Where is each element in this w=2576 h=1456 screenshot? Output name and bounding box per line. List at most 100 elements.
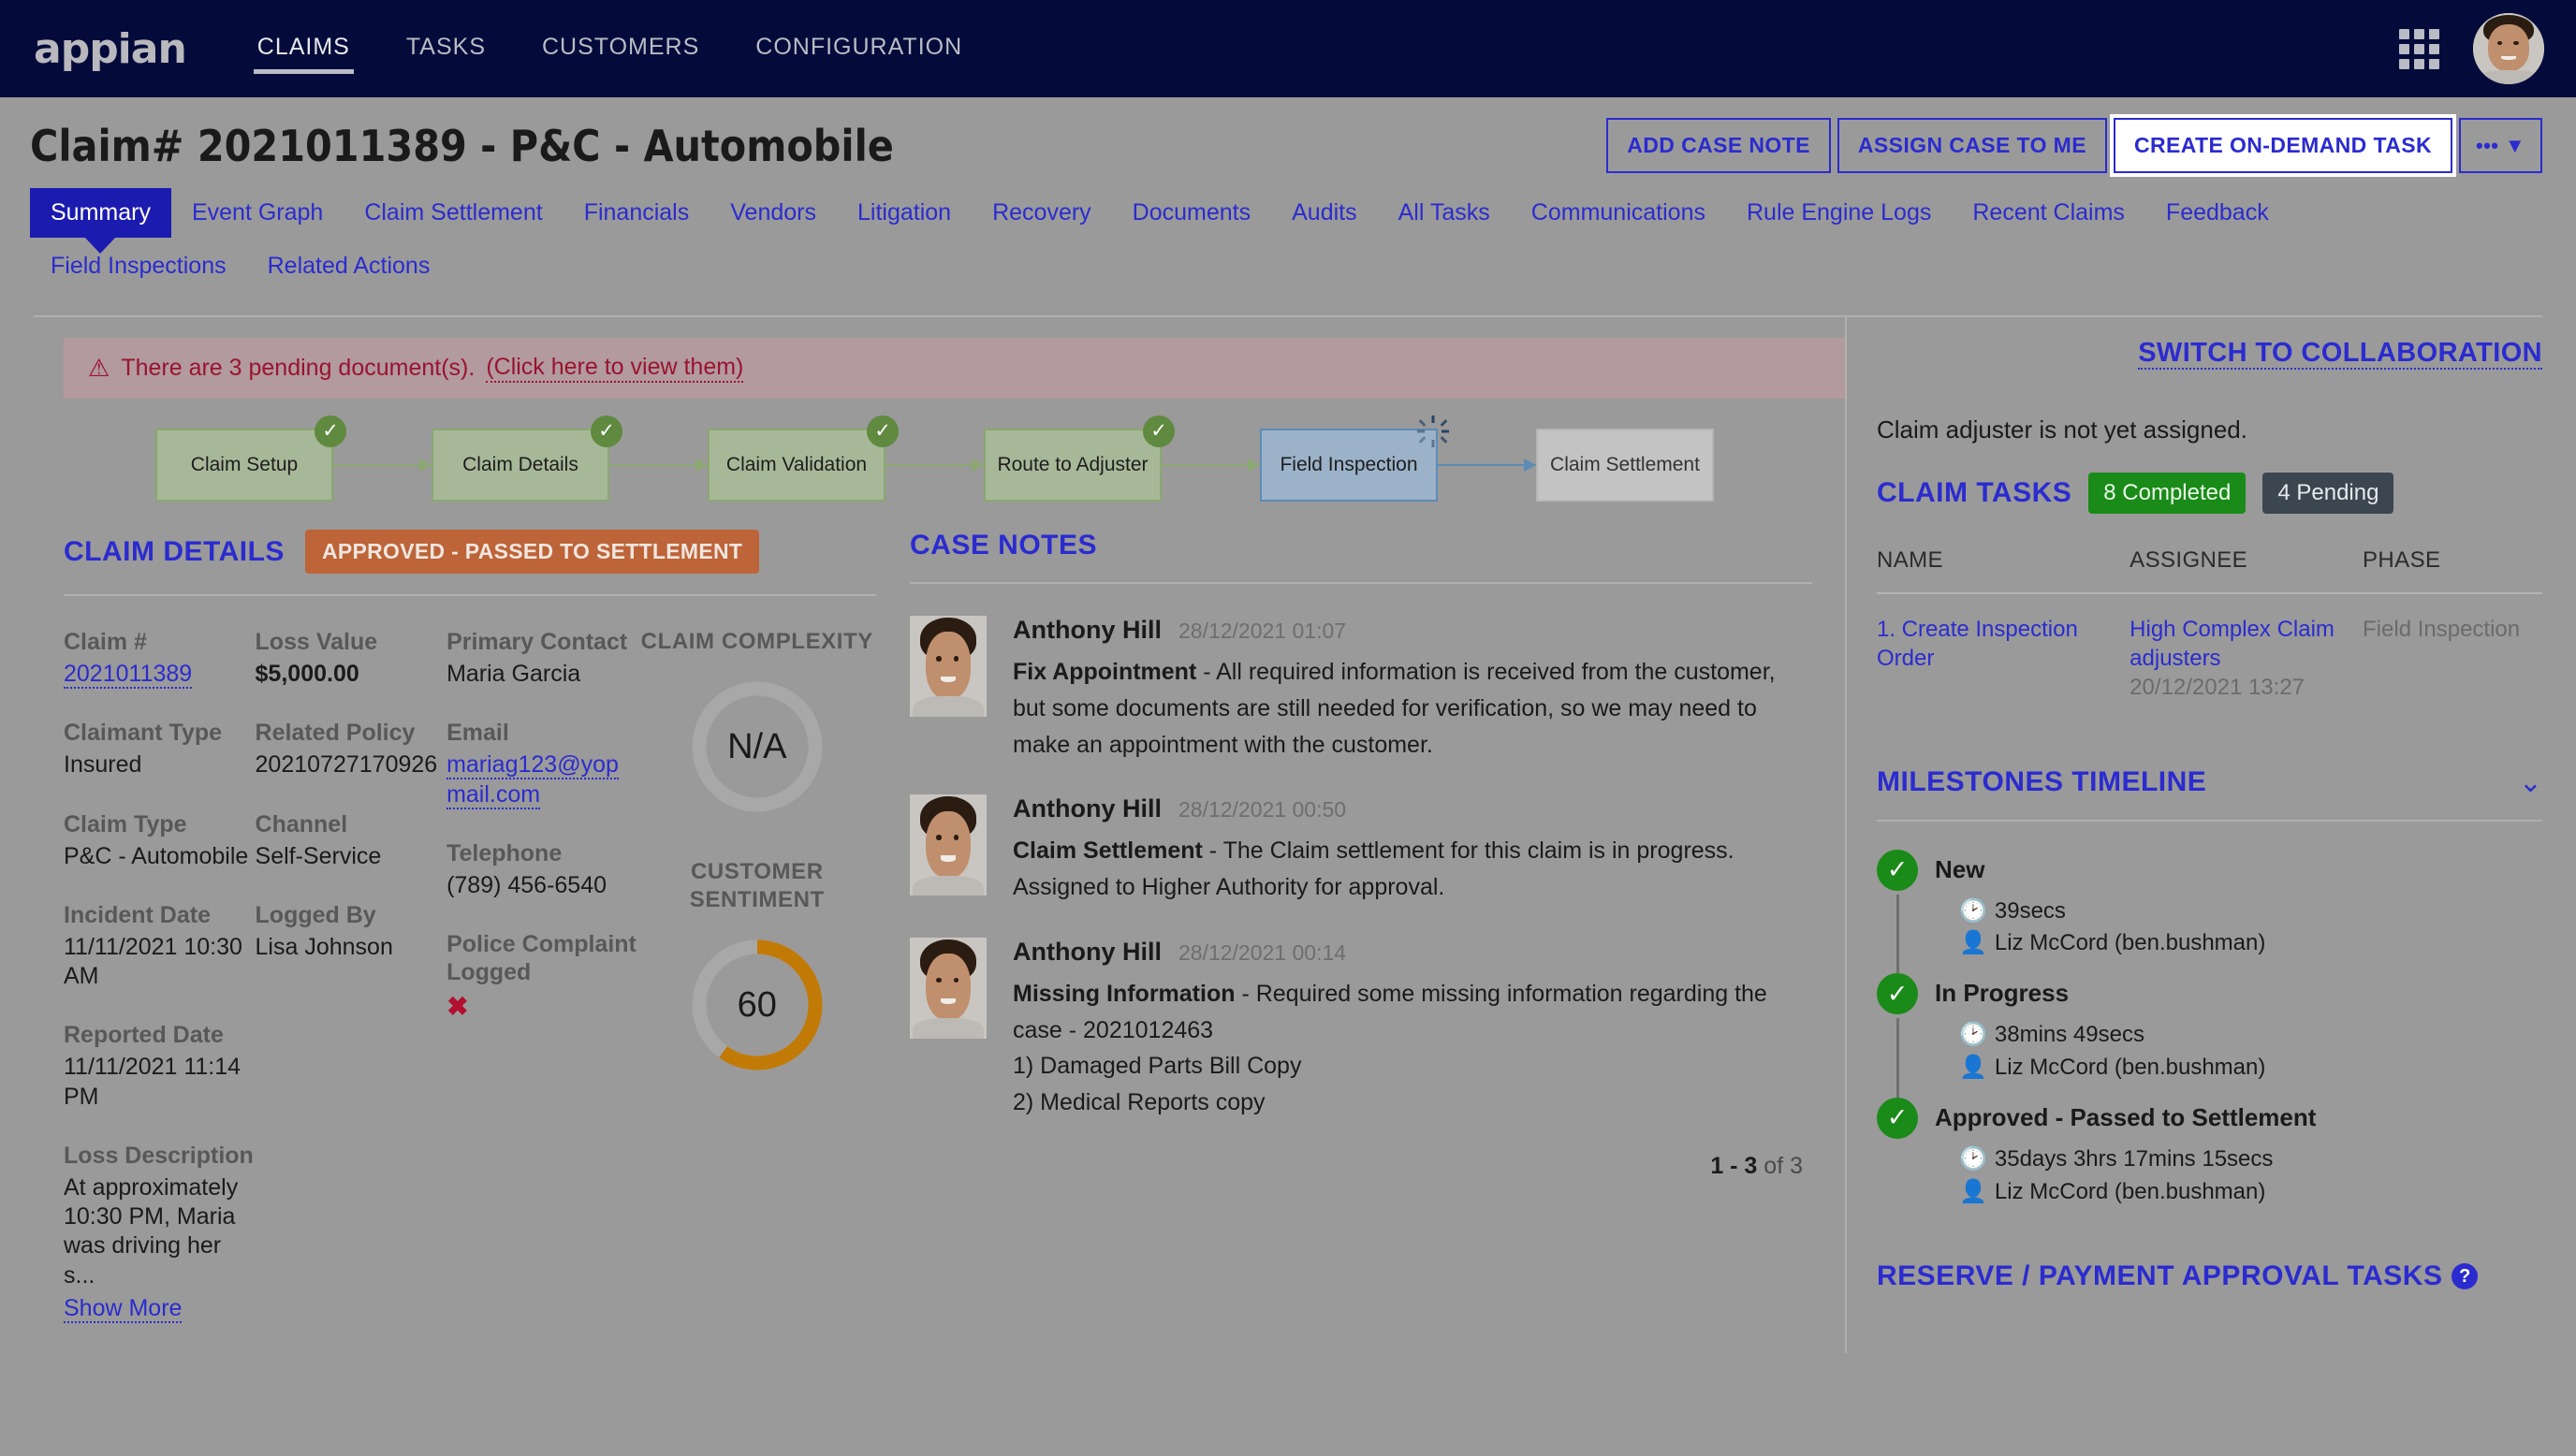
customer-sentiment-label: CUSTOMER SENTIMENT <box>689 859 825 912</box>
field-label: Claimant Type <box>64 720 223 747</box>
tab-litigation[interactable]: Litigation <box>837 188 972 238</box>
completed-tasks-badge[interactable]: 8 Completed <box>2088 473 2247 514</box>
tab-vendors[interactable]: Vendors <box>710 188 837 238</box>
page-title: Claim# 2021011389 - P&C - Automobile <box>30 120 894 171</box>
show-more-link[interactable]: Show More <box>64 1294 183 1323</box>
tab-rule-engine-logs[interactable]: Rule Engine Logs <box>1726 188 1952 238</box>
nav-item-configuration[interactable]: CONFIGURATION <box>750 24 968 74</box>
column-header-phase: PHASE <box>2363 547 2441 573</box>
user-avatar[interactable] <box>2473 13 2544 84</box>
clock-icon: 🕑 <box>1959 1022 1987 1048</box>
field-value: P&C - Automobile <box>64 842 249 869</box>
assign-case-to-me-button[interactable]: ASSIGN CASE TO ME <box>1837 118 2107 173</box>
clock-icon: 🕑 <box>1959 897 1987 924</box>
tab-audits[interactable]: Audits <box>1271 188 1377 238</box>
page-header: Claim# 2021011389 - P&C - Automobile ADD… <box>0 97 2576 181</box>
pager-range: 1 - 3 <box>1710 1152 1758 1179</box>
task-name-link[interactable]: 1. Create Inspection Order <box>1877 617 2078 671</box>
create-on-demand-task-button[interactable]: CREATE ON-DEMAND TASK <box>2109 114 2457 177</box>
task-name-cell: 1. Create Inspection Order <box>1877 592 2130 723</box>
apps-grid-icon[interactable] <box>2399 28 2439 69</box>
field-claimant-type: Claimant Type Insured <box>64 719 256 779</box>
claim-tasks-title: CLAIM TASKS <box>1877 477 2072 508</box>
note-body: Anthony Hill 28/12/2021 01:07 Fix Appoin… <box>1013 616 1812 763</box>
more-actions-button[interactable]: ••• ▼ <box>2459 118 2542 173</box>
flow-node-field-inspection[interactable]: Field Inspection <box>1260 415 1449 502</box>
pending-tasks-badge[interactable]: 4 Pending <box>2262 473 2394 514</box>
field-channel: Channel Self-Service <box>256 810 447 871</box>
switch-to-collaboration-link[interactable]: SWITCH TO COLLABORATION <box>2138 338 2542 370</box>
adjuster-status-text: Claim adjuster is not yet assigned. <box>1877 415 2247 444</box>
note-subject: Fix Appointment <box>1013 659 1197 685</box>
customer-sentiment-value: 60 <box>737 984 777 1025</box>
field-value: Maria Garcia <box>446 661 581 687</box>
switch-to-collaboration: SWITCH TO COLLABORATION <box>1877 338 2542 370</box>
field-related-policy: Related Policy 20210727170926 <box>256 719 447 779</box>
field-value: 11/11/2021 10:30 AM <box>64 933 242 989</box>
milestone-duration: 38mins 49secs <box>1994 1022 2144 1048</box>
field-logged-by: Logged By Lisa Johnson <box>256 901 447 962</box>
cross-icon: ✖ <box>446 992 469 1021</box>
note-text: Claim Settlement - The Claim settlement … <box>1013 833 1812 906</box>
tab-summary[interactable]: Summary <box>30 188 171 238</box>
claim-detail-column-2: Loss Value $5,000.00 Related Policy 2021… <box>256 628 447 1353</box>
tab-event-graph[interactable]: Event Graph <box>171 188 344 238</box>
claim-detail-columns: Claim # 2021011389 Claimant Type Insured… <box>64 628 876 1353</box>
claim-tasks-header: CLAIM TASKS 8 Completed 4 Pending <box>1877 473 2542 514</box>
tab-recovery[interactable]: Recovery <box>972 188 1112 238</box>
tab-all-tasks[interactable]: All Tasks <box>1378 188 1511 238</box>
tab-recent-claims[interactable]: Recent Claims <box>1952 188 2145 238</box>
milestone-name: Approved - Passed to Settlement <box>1935 1102 2317 1131</box>
field-label: Email <box>446 720 509 747</box>
milestones-title: MILESTONES TIMELINE <box>1877 766 2207 798</box>
email-link[interactable]: mariag123@yopmail.com <box>446 751 619 809</box>
person-icon: 👤 <box>1959 930 1987 956</box>
flow-arrow-icon <box>1162 459 1260 472</box>
flow-node-claim-settlement[interactable]: Claim Settlement <box>1536 429 1714 502</box>
table-header-row: NAME ASSIGNEE PHASE <box>1877 547 2542 593</box>
claim-number-link[interactable]: 2021011389 <box>64 661 193 689</box>
flow-node-claim-validation[interactable]: Claim Validation ✓ <box>708 415 899 502</box>
alert-link[interactable]: (Click here to view them) <box>486 354 744 383</box>
task-assignee-link[interactable]: High Complex Claim adjusters <box>2130 617 2334 671</box>
appian-logo[interactable]: appian <box>34 25 187 73</box>
tab-related-actions[interactable]: Related Actions <box>247 241 451 291</box>
nav-item-tasks[interactable]: TASKS <box>401 24 491 74</box>
alert-text: There are 3 pending document(s). <box>121 355 476 381</box>
add-case-note-button[interactable]: ADD CASE NOTE <box>1606 118 1831 173</box>
reserve-title-text: RESERVE / PAYMENT APPROVAL TASKS <box>1877 1260 2443 1292</box>
check-icon: ✓ <box>1877 973 1918 1015</box>
section-divider <box>64 594 876 596</box>
flow-node-label: Claim Setup <box>190 453 299 475</box>
field-label: Incident Date <box>64 901 211 928</box>
section-divider <box>910 582 1812 584</box>
loading-spinner-icon <box>1417 415 1449 447</box>
claim-tasks-table: NAME ASSIGNEE PHASE 1. Create Inspection… <box>1877 547 2542 723</box>
tab-claim-settlement[interactable]: Claim Settlement <box>344 188 563 238</box>
field-value: (789) 456-6540 <box>446 871 607 898</box>
field-value: At approximately 10:30 PM, Maria was dri… <box>64 1173 239 1289</box>
table-row: 1. Create Inspection Order High Complex … <box>1877 592 2542 723</box>
help-icon[interactable]: ? <box>2452 1263 2479 1290</box>
tab-communications[interactable]: Communications <box>1511 188 1726 238</box>
flow-node-route-to-adjuster[interactable]: Route to Adjuster ✓ <box>984 415 1175 502</box>
primary-nav-items: CLAIMS TASKS CUSTOMERS CONFIGURATION <box>252 24 968 74</box>
nav-item-customers[interactable]: CUSTOMERS <box>536 24 705 74</box>
nav-item-claims[interactable]: CLAIMS <box>252 24 356 74</box>
clock-icon: 🕑 <box>1959 1145 1987 1172</box>
flow-arrow-icon <box>333 459 432 472</box>
tab-feedback[interactable]: Feedback <box>2145 188 2290 238</box>
left-column: ⚠ There are 3 pending document(s). (Clic… <box>34 317 1845 1353</box>
claim-detail-column-1: Claim # 2021011389 Claimant Type Insured… <box>64 628 256 1353</box>
person-icon: 👤 <box>1959 1178 1987 1204</box>
tab-documents[interactable]: Documents <box>1112 188 1271 238</box>
tab-financials[interactable]: Financials <box>564 188 710 238</box>
field-label: Loss Description <box>64 1142 254 1169</box>
flow-node-claim-setup[interactable]: Claim Setup ✓ <box>155 415 346 502</box>
note-timestamp: 28/12/2021 00:14 <box>1178 939 1347 965</box>
flow-node-claim-details[interactable]: Claim Details ✓ <box>432 415 622 502</box>
chevron-down-icon[interactable]: ⌄ <box>2519 766 2542 799</box>
tab-field-inspections[interactable]: Field Inspections <box>30 241 247 291</box>
flow-arrow-icon <box>1438 459 1536 472</box>
top-navigation-bar: appian CLAIMS TASKS CUSTOMERS CONFIGURAT… <box>0 0 2576 97</box>
